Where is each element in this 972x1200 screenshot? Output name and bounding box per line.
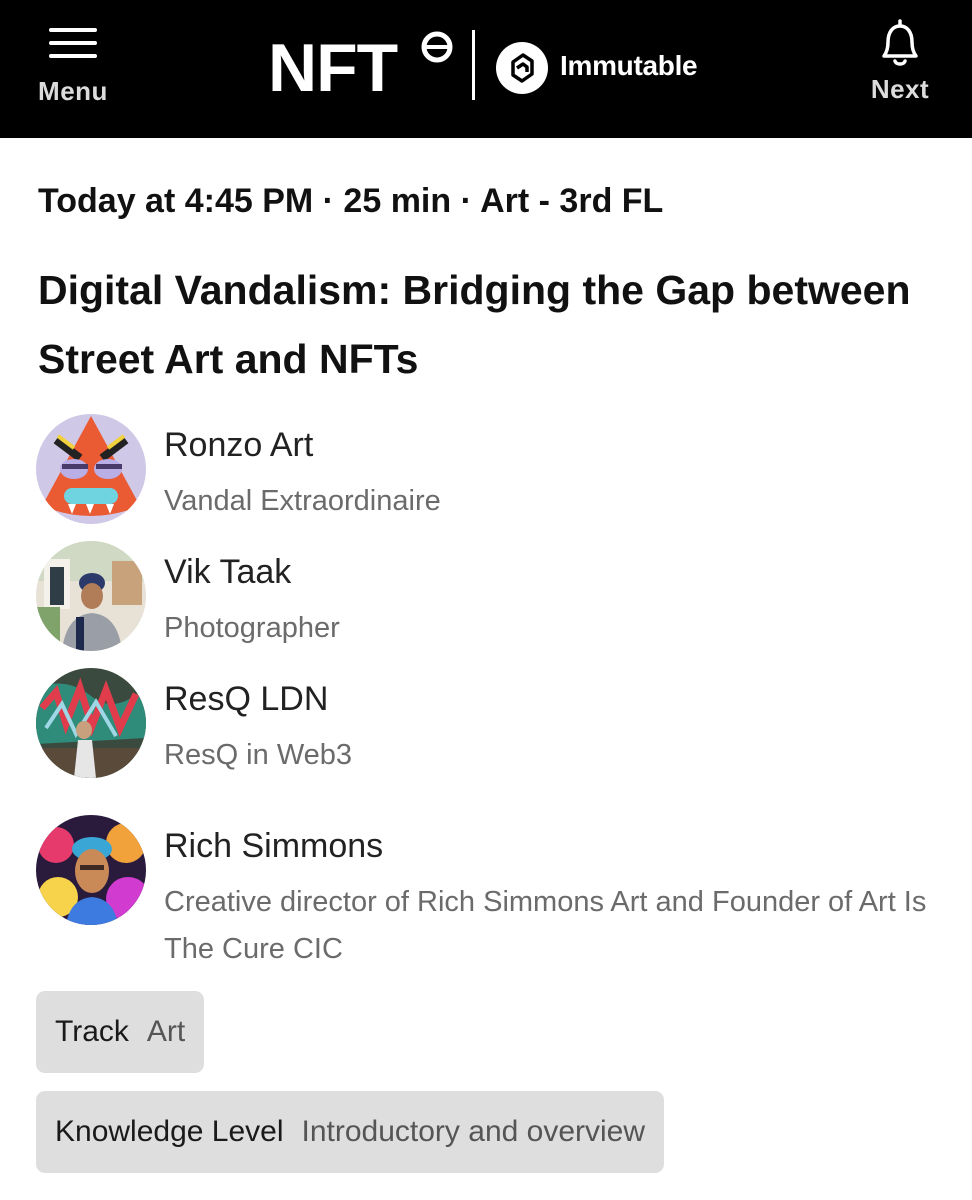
speaker-name: ResQ LDN: [164, 680, 329, 718]
speaker-avatar: [36, 815, 146, 925]
session-title: Digital Vandalism: Bridging the Gap betw…: [38, 267, 911, 382]
speaker-avatar: [36, 668, 146, 778]
speaker-role: Vandal Extraordinaire: [164, 485, 441, 517]
speaker-name: Ronzo Art: [164, 426, 314, 464]
knowledge-level-tag[interactable]: Knowledge Level Introductory and overview: [36, 1091, 665, 1173]
logo-divider: [472, 30, 475, 100]
tag-value: Introductory and overview: [301, 1115, 646, 1148]
top-navigation-bar: Menu NFT Immutable Next: [0, 0, 972, 138]
speaker-avatar: [36, 541, 146, 651]
immutable-logo-text: Immutable: [560, 50, 698, 81]
speaker-item[interactable]: Vik Taak Photographer: [36, 541, 936, 651]
speaker-role: Creative director of Rich Simmons Art an…: [164, 886, 927, 965]
immutable-logo-icon: [496, 42, 548, 94]
track-tag[interactable]: Track Art: [36, 991, 205, 1073]
speaker-role: ResQ in Web3: [164, 739, 353, 771]
menu-label: Menu: [38, 76, 108, 106]
tag-value: Art: [146, 1015, 186, 1048]
tag-key: Track: [55, 1015, 129, 1048]
speaker-item[interactable]: Ronzo Art Vandal Extraordinaire: [36, 414, 936, 524]
menu-icon: [49, 26, 97, 60]
session-meta: Today at 4:45 PM · 25 min · Art - 3rd FL: [38, 182, 664, 220]
nft-ring-icon: [421, 31, 453, 63]
bell-icon: [882, 19, 918, 66]
speaker-role: Photographer: [164, 612, 340, 644]
next-button[interactable]: Next: [860, 18, 940, 105]
speaker-item[interactable]: Rich Simmons Creative director of Rich S…: [36, 815, 936, 965]
tag-key: Knowledge Level: [55, 1115, 284, 1148]
speaker-name: Vik Taak: [164, 553, 292, 591]
speaker-name: Rich Simmons: [164, 827, 384, 865]
speaker-item[interactable]: ResQ LDN ResQ in Web3: [36, 668, 936, 778]
nft-logo-text: NFT: [268, 30, 398, 106]
speaker-avatar: [36, 414, 146, 524]
event-logo[interactable]: NFT Immutable: [268, 28, 708, 106]
next-label: Next: [870, 74, 930, 104]
menu-button[interactable]: Menu: [30, 26, 116, 107]
